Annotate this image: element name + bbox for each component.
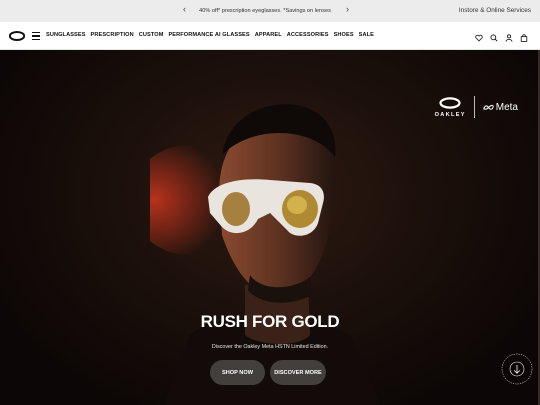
nav-icons: [475, 30, 528, 42]
heart-icon[interactable]: [475, 30, 483, 42]
nav-link-sale[interactable]: SALE: [359, 32, 374, 38]
hero-banner[interactable]: OAKLEY Meta RUSH FOR GOLD Discover the O…: [0, 50, 540, 405]
nav-link-apparel[interactable]: APPAREL: [255, 32, 282, 38]
hero-model-image: [150, 104, 381, 405]
nav-link-custom[interactable]: CUSTOM: [139, 32, 164, 38]
nav-links: SUNGLASSES PRESCRIPTION CUSTOM PERFORMAN…: [46, 32, 374, 38]
promo-message[interactable]: 40% off* prescription eyeglasses. *Savin…: [0, 8, 530, 14]
bag-icon[interactable]: [520, 30, 528, 42]
hero-subline: Discover the Oakley Meta HSTN Limited Ed…: [211, 344, 329, 350]
oakley-wordmark: OAKLEY: [434, 111, 466, 118]
search-icon[interactable]: [490, 30, 498, 42]
services-link[interactable]: Instore & Online Services: [459, 7, 531, 14]
hero-headline: RUSH FOR GOLD: [200, 312, 340, 331]
nav-link-performance-ai-glasses[interactable]: PERFORMANCE AI GLASSES: [168, 32, 249, 38]
discover-more-button[interactable]: DISCOVER MORE: [270, 360, 326, 385]
nav-link-prescription[interactable]: PRESCRIPTION: [91, 32, 134, 38]
brand-lockup: OAKLEY Meta: [435, 96, 518, 118]
nav-link-sunglasses[interactable]: SUNGLASSES: [46, 32, 86, 38]
oakley-logo-icon[interactable]: [9, 31, 25, 41]
oakley-brand: OAKLEY: [434, 96, 466, 118]
brand-divider: [473, 96, 475, 118]
chevron-right-icon[interactable]: ›: [346, 4, 349, 14]
oakley-ellipse-icon: [439, 96, 461, 109]
nav-link-shoes[interactable]: SHOES: [334, 32, 354, 38]
meta-brand: Meta: [483, 102, 518, 113]
meta-infinity-icon: [483, 104, 494, 110]
rotating-badge-arrow-icon[interactable]: [500, 352, 534, 386]
meta-wordmark: Meta: [495, 101, 518, 113]
shop-now-button[interactable]: SHOP NOW: [210, 360, 265, 385]
hamburger-icon[interactable]: [32, 32, 40, 40]
user-icon[interactable]: [505, 30, 513, 42]
main-navigation: SUNGLASSES PRESCRIPTION CUSTOM PERFORMAN…: [0, 22, 540, 50]
promo-bar: ‹ 40% off* prescription eyeglasses. *Sav…: [0, 0, 540, 22]
nav-link-accessories[interactable]: ACCESSORIES: [287, 32, 329, 38]
